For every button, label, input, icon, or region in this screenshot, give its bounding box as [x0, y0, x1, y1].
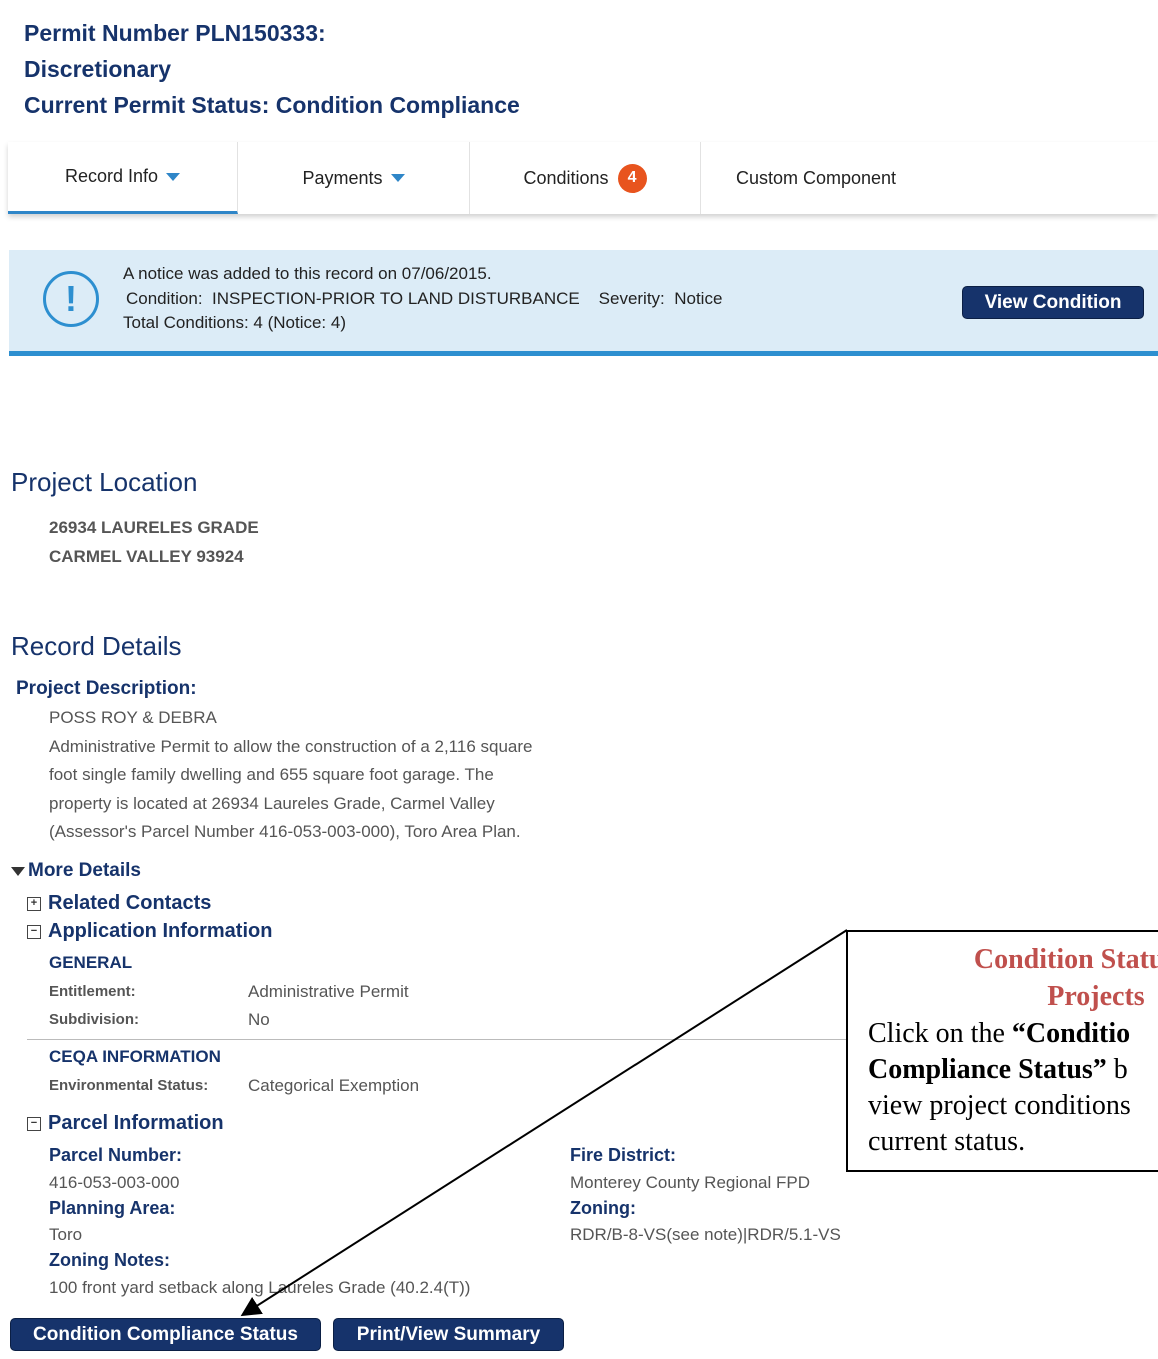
tab-record-info[interactable]: Record Info — [8, 142, 238, 214]
notice-banner: ! A notice was added to this record on 0… — [9, 250, 1158, 356]
tab-label: Payments — [302, 167, 383, 188]
address-line-2: CARMEL VALLEY 93924 — [49, 547, 244, 566]
zoning-value: RDR/B-8-VS(see note)|RDR/5.1-VS — [570, 1225, 841, 1244]
ceqa-heading: CEQA INFORMATION — [49, 1047, 221, 1066]
general-heading: GENERAL — [49, 953, 133, 972]
parcel-number-label: Parcel Number: — [49, 1145, 183, 1165]
parcel-information-label: Parcel Information — [48, 1112, 224, 1134]
exclamation-circle-icon: ! — [43, 271, 99, 327]
collapse-minus-icon: − — [27, 924, 41, 939]
notice-total-text: Total Conditions: 4 (Notice: 4) — [123, 313, 346, 332]
callout-text-line-4: current status. — [868, 1126, 1026, 1157]
environmental-status-label: Environmental Status: — [49, 1077, 209, 1094]
section-divider — [27, 1039, 847, 1040]
callout-title-line-1: Condition Status for — [973, 944, 1158, 975]
more-details-label: More Details — [28, 860, 141, 881]
expand-plus-icon: + — [27, 896, 41, 911]
subdivision-value: No — [248, 1010, 270, 1029]
callout-text: b — [1106, 1054, 1128, 1085]
application-information-toggle[interactable]: − Application Information — [27, 920, 272, 943]
callout-text-line-2: Compliance Status” b — [868, 1054, 1128, 1086]
view-condition-button[interactable]: View Condition — [962, 286, 1144, 319]
description-line: property is located at 26934 Laureles Gr… — [49, 794, 495, 813]
instruction-callout: Condition Status for Projects Click on t… — [846, 930, 1158, 1172]
permit-header: Permit Number PLN150333: Discretionary C… — [8, 0, 1158, 143]
parcel-number-value: 416-053-003-000 — [49, 1173, 180, 1192]
tab-payments[interactable]: Payments — [238, 142, 470, 214]
collapse-minus-icon: − — [27, 1116, 41, 1131]
conditions-count-badge: 4 — [617, 163, 647, 193]
description-line: foot single family dwelling and 655 squa… — [49, 765, 494, 784]
subdivision-label: Subdivision: — [49, 1011, 139, 1028]
permit-status: Current Permit Status: Condition Complia… — [24, 92, 520, 118]
triangle-down-icon — [11, 866, 25, 876]
callout-bold-text: “Conditio — [1011, 1018, 1131, 1049]
more-details-toggle[interactable]: More Details — [11, 860, 141, 882]
project-description-label: Project Description: — [16, 678, 197, 699]
planning-area-label: Planning Area: — [49, 1198, 176, 1218]
tab-label: Conditions — [523, 167, 609, 188]
related-contacts-toggle[interactable]: + Related Contacts — [27, 892, 211, 915]
environmental-status-value: Categorical Exemption — [248, 1076, 420, 1095]
application-information-label: Application Information — [48, 920, 273, 942]
zoning-label: Zoning: — [570, 1198, 636, 1218]
notice-condition-text: Condition: INSPECTION-PRIOR TO LAND DIST… — [126, 289, 723, 308]
caret-down-icon — [166, 172, 181, 181]
fire-district-value: Monterey County Regional FPD — [570, 1173, 811, 1192]
callout-text-line-1: Click on the “Conditio — [868, 1018, 1130, 1050]
zoning-notes-value: 100 front yard setback along Laureles Gr… — [49, 1278, 471, 1297]
entitlement-value: Administrative Permit — [248, 982, 409, 1001]
zoning-notes-label: Zoning Notes: — [49, 1250, 170, 1270]
planning-area-value: Toro — [49, 1225, 83, 1244]
fire-district-label: Fire District: — [570, 1145, 677, 1165]
callout-title-line-2: Projects — [1047, 981, 1145, 1012]
record-tabs: Record Info Payments Conditions 4 Custom… — [8, 142, 1158, 214]
address-line-1: 26934 LAURELES GRADE — [49, 518, 259, 537]
project-location-heading: Project Location — [11, 467, 198, 497]
description-line: (Assessor's Parcel Number 416-053-003-00… — [49, 822, 521, 841]
notice-date-text: A notice was added to this record on 07/… — [123, 264, 492, 283]
tab-label: Record Info — [64, 166, 159, 186]
permit-type: Discretionary — [24, 56, 172, 82]
description-line: Administrative Permit to allow the const… — [49, 737, 533, 756]
parcel-information-toggle[interactable]: − Parcel Information — [27, 1112, 224, 1135]
condition-compliance-status-button[interactable]: Condition Compliance Status — [10, 1318, 321, 1351]
entitlement-label: Entitlement: — [49, 983, 136, 1000]
related-contacts-label: Related Contacts — [48, 892, 212, 914]
tab-custom-component[interactable]: Custom Component — [701, 142, 931, 214]
permit-number: Permit Number PLN150333: — [24, 20, 326, 46]
print-view-summary-button[interactable]: Print/View Summary — [333, 1318, 564, 1351]
record-details-heading: Record Details — [11, 631, 182, 661]
tab-label: Custom Component — [735, 167, 897, 188]
caret-down-icon — [390, 174, 405, 182]
callout-text-line-3: view project conditions — [868, 1090, 1131, 1121]
callout-bold-text: Compliance Status” — [868, 1054, 1107, 1085]
owner-name: POSS ROY & DEBRA — [49, 708, 217, 727]
callout-text: Click on the — [868, 1018, 1012, 1049]
tab-conditions[interactable]: Conditions 4 — [470, 142, 701, 214]
